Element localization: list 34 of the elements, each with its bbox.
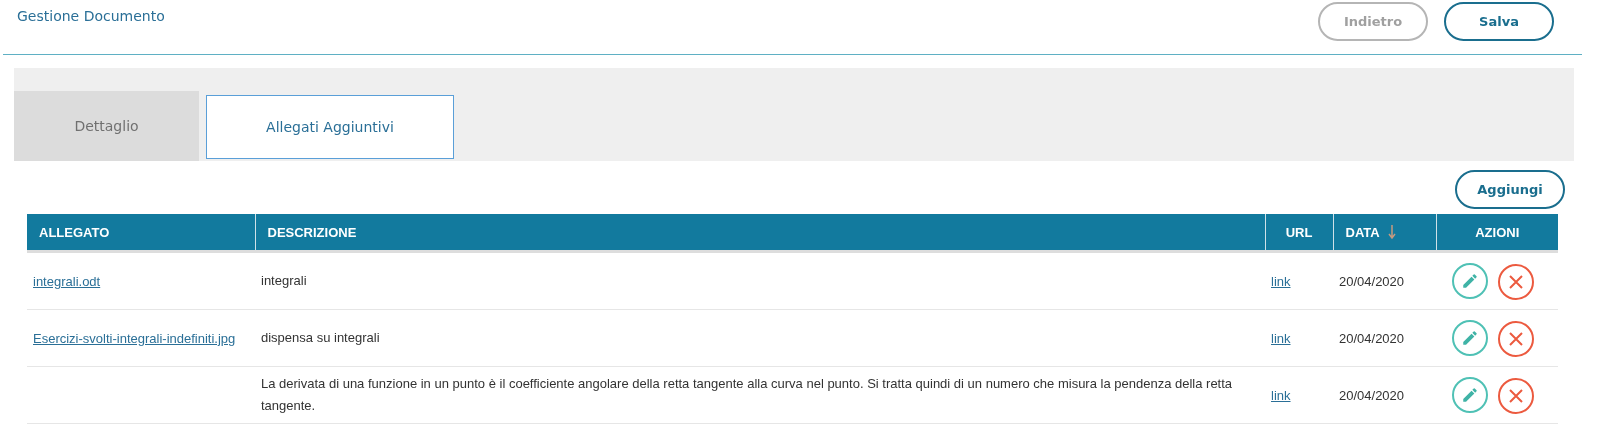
date-text: 20/04/2020	[1339, 273, 1405, 289]
delete-button[interactable]	[1498, 377, 1534, 414]
attachment-link[interactable]: integrali.odt	[33, 273, 101, 289]
tab[interactable]: Allegati Aggiuntivi	[206, 95, 454, 159]
delete-button[interactable]	[1498, 263, 1534, 300]
attachment-link[interactable]: Esercizi-svolti-integrali-indefiniti.jpg	[33, 330, 236, 346]
edit-button[interactable]	[1452, 262, 1488, 299]
column-header: AZIONI	[1436, 214, 1558, 252]
description-text: La derivata di una funzione in un punto è il coefficiente angolare della retta tangente alla curva nel punto. Si tratta quindi di un numero che misura la pendenza della retta tangente.	[261, 376, 1233, 413]
column-header: DATA	[1333, 214, 1436, 252]
pencil-icon	[1461, 385, 1479, 404]
url-link[interactable]: link	[1271, 273, 1291, 289]
close-icon	[1508, 330, 1524, 347]
close-icon	[1508, 387, 1524, 404]
column-header: URL	[1265, 214, 1333, 252]
sort-arrow-icon	[1387, 224, 1396, 240]
tab[interactable]: Dettaglio	[14, 91, 199, 161]
url-link[interactable]: link	[1271, 330, 1291, 346]
url-link[interactable]: link	[1271, 387, 1291, 403]
description-text: integrali	[261, 273, 307, 288]
description-text: dispensa su integrali	[261, 330, 380, 345]
add-button[interactable]: Aggiungi	[1455, 170, 1565, 209]
pencil-icon	[1461, 271, 1479, 290]
pencil-icon	[1461, 328, 1479, 347]
close-icon	[1508, 273, 1524, 290]
edit-button[interactable]	[1452, 319, 1488, 356]
page-title: Gestione Documento	[17, 8, 165, 24]
column-header: ALLEGATO	[27, 214, 255, 252]
date-text: 20/04/2020	[1339, 387, 1405, 403]
delete-button[interactable]	[1498, 320, 1534, 357]
date-text: 20/04/2020	[1339, 330, 1405, 346]
save-button[interactable]: Salva	[1444, 2, 1554, 41]
edit-button[interactable]	[1452, 376, 1488, 413]
column-header: DESCRIZIONE	[255, 214, 1265, 252]
